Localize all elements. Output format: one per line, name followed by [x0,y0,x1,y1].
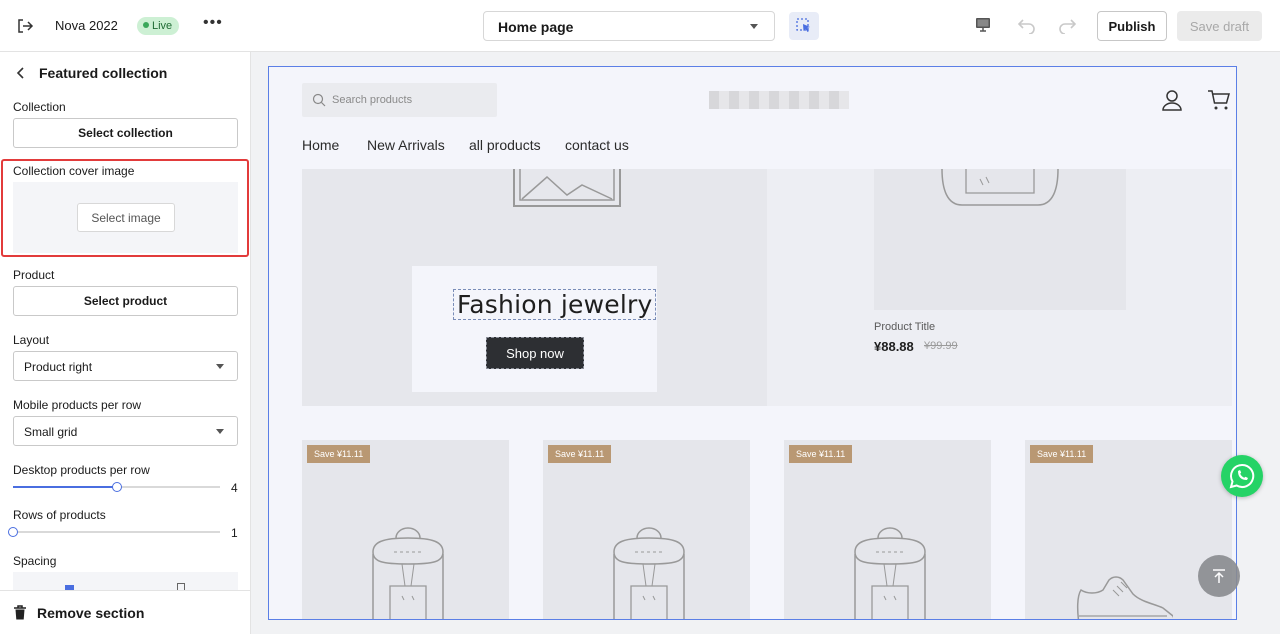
remove-section-button[interactable]: Remove section [37,605,144,621]
whatsapp-button[interactable] [1221,455,1263,497]
rows-slider[interactable] [8,527,220,537]
chevron-down-icon [216,429,224,434]
nav-link-new-arrivals[interactable]: New Arrivals [367,137,445,153]
inspect-select-button[interactable] [789,12,819,40]
live-dot-icon [143,22,149,28]
top-bar: Nova 2022 Live ••• Home page Publish Sav… [0,0,1280,52]
cart-icon[interactable] [1207,89,1231,111]
desktop-per-row-value: 4 [231,481,238,495]
desktop-view-icon[interactable] [974,16,992,34]
more-options-button[interactable]: ••• [203,14,223,32]
whatsapp-icon [1229,463,1255,489]
mobile-per-row-label: Mobile products per row [13,398,142,412]
mobile-per-row-value: Small grid [24,425,78,439]
select-product-button[interactable]: Select product [13,286,238,316]
desktop-per-row-label: Desktop products per row [13,463,150,477]
shop-now-button[interactable]: Shop now [486,337,584,369]
layout-select-value: Product right [24,360,93,374]
sneaker-icon [1076,576,1173,619]
spacing-label: Spacing [13,554,57,568]
undo-icon[interactable] [1017,16,1037,34]
desktop-per-row-slider[interactable] [13,482,220,492]
store-logo[interactable] [709,91,849,109]
hero-title[interactable]: Fashion jewelry [453,289,657,320]
hero-text-card [412,266,657,392]
page-selector[interactable]: Home page [483,11,775,41]
account-icon[interactable] [1161,89,1183,111]
status-badge: Live [137,17,180,35]
product-label: Product [13,268,55,282]
status-label: Live [152,20,173,32]
select-image-button[interactable]: Select image [77,203,175,232]
publish-button[interactable]: Publish [1097,11,1167,41]
image-placeholder-icon [513,169,621,207]
backpack-icon [854,527,926,619]
nav-link-home[interactable]: Home [302,137,339,153]
arrow-up-icon [1213,569,1225,583]
back-chevron-icon[interactable] [14,66,28,80]
product-card[interactable]: Save ¥11.11 [1025,440,1232,619]
store-name: Nova 2022 [55,18,118,33]
search-placeholder: Search products [332,94,413,106]
trash-icon[interactable] [13,605,27,621]
layout-select[interactable]: Product right [13,351,238,381]
collection-label: Collection [13,100,66,114]
slider-thumb[interactable] [112,482,122,492]
chevron-down-icon [216,364,224,369]
back-to-top-button[interactable] [1198,555,1240,597]
mobile-per-row-select[interactable]: Small grid [13,416,238,446]
rows-value: 1 [231,526,238,540]
sale-badge: Save ¥11.11 [789,445,853,463]
slider-thumb[interactable] [8,527,18,537]
search-icon [312,93,326,107]
product-price: ¥88.88 [874,339,914,354]
sidebar-footer: Remove section [0,590,250,634]
layout-label: Layout [13,333,50,347]
product-card[interactable]: Save ¥11.11 [784,440,991,619]
rows-label: Rows of products [13,508,106,522]
sale-badge: Save ¥11.11 [548,445,612,463]
nav-link-contact-us[interactable]: contact us [565,137,629,153]
chevron-down-icon [750,24,758,29]
featured-product-image[interactable] [874,169,1126,310]
backpack-icon [613,527,685,619]
select-collection-button[interactable]: Select collection [13,118,238,148]
slider-fill [13,486,117,488]
product-compare-price: ¥99.99 [924,340,958,352]
settings-sidebar: Featured collection Collection Select co… [0,52,251,634]
product-card[interactable]: Save ¥11.11 [543,440,750,619]
cover-image-label: Collection cover image [13,164,135,178]
sale-badge: Save ¥11.11 [307,445,371,463]
store-preview: Search products Home New Arrivals all pr… [268,66,1237,620]
preview-search-input[interactable]: Search products [302,83,497,117]
backpack-icon [372,527,444,619]
exit-icon[interactable] [16,17,34,35]
redo-icon[interactable] [1057,16,1077,34]
section-title: Featured collection [39,65,168,81]
sale-badge: Save ¥11.11 [1030,445,1094,463]
page-selector-value: Home page [498,19,574,35]
nav-link-all-products[interactable]: all products [469,137,541,153]
product-title[interactable]: Product Title [874,321,935,333]
select-cursor-icon [796,18,810,32]
product-card[interactable]: Save ¥11.11 [302,440,509,619]
save-draft-button[interactable]: Save draft [1177,11,1262,41]
backpack-icon [941,169,1059,206]
